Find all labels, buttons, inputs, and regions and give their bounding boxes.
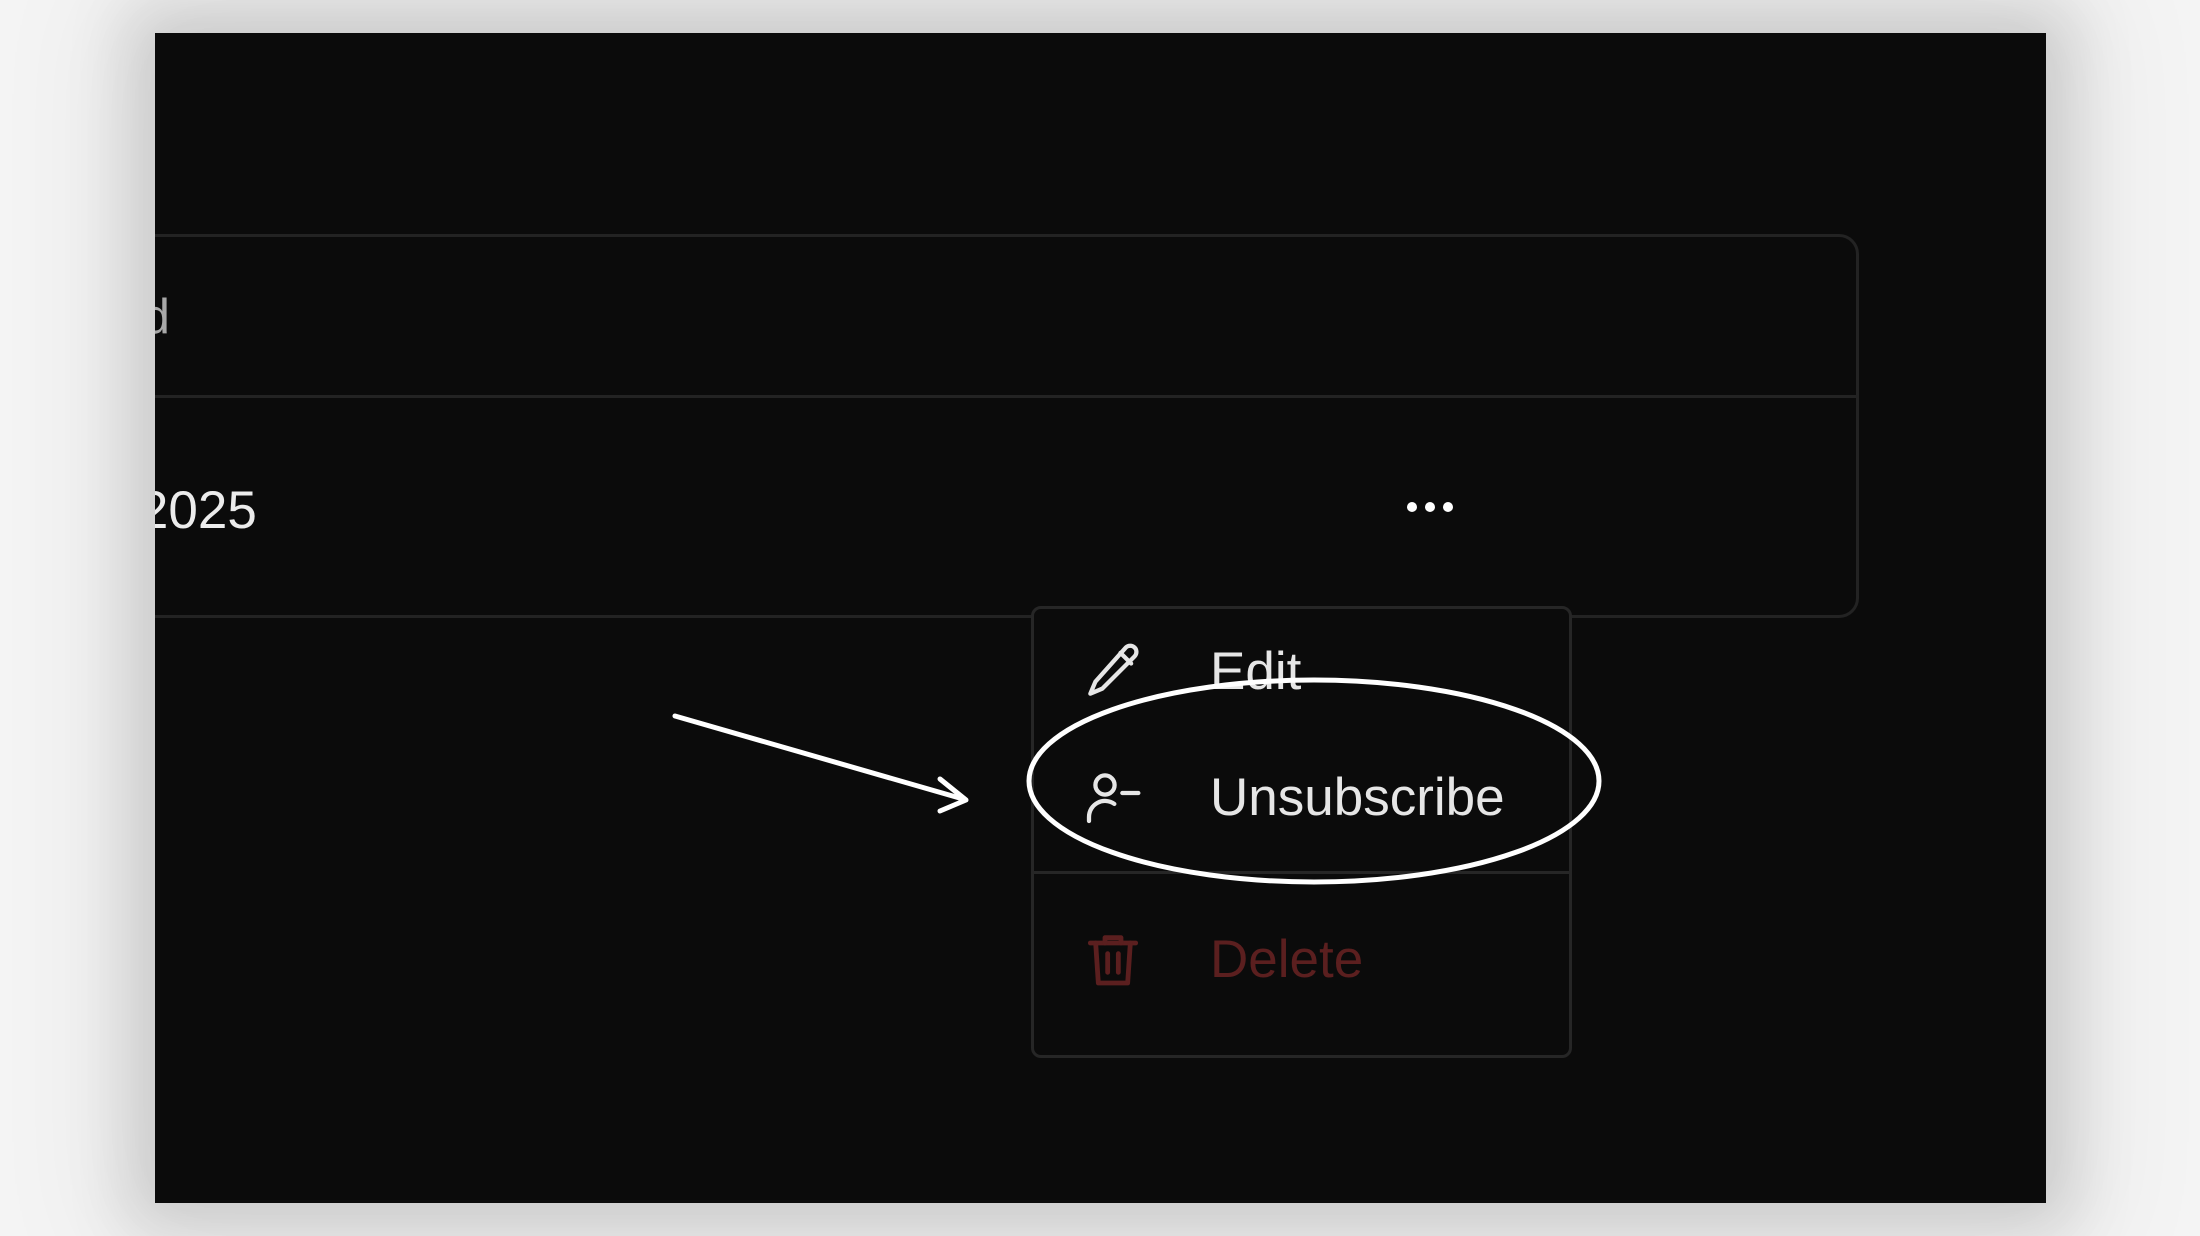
menu-item-delete[interactable]: Delete <box>1034 899 1569 1019</box>
subscribers-table: ated 8, 2025 <box>155 234 1859 618</box>
annotation-arrow <box>672 713 969 814</box>
row-actions-menu: Edit Unsubscribe Delete <box>1031 606 1572 1058</box>
table-header-row: ated <box>155 237 1856 398</box>
row-date-cell: 8, 2025 <box>155 481 257 540</box>
row-actions-button[interactable] <box>1399 483 1461 531</box>
menu-item-edit[interactable]: Edit <box>1034 611 1569 731</box>
menu-item-delete-label: Delete <box>1210 929 1364 989</box>
trash-icon <box>1080 926 1146 992</box>
column-header-created: ated <box>155 290 171 344</box>
menu-item-unsubscribe[interactable]: Unsubscribe <box>1034 737 1569 857</box>
app-screenshot: ated 8, 2025 Edit <box>155 33 2046 1203</box>
pencil-icon <box>1080 638 1146 704</box>
user-minus-icon <box>1080 764 1146 830</box>
menu-item-edit-label: Edit <box>1210 641 1302 701</box>
menu-item-unsubscribe-label: Unsubscribe <box>1210 767 1505 827</box>
ellipsis-horizontal-icon <box>1407 502 1453 512</box>
menu-divider <box>1034 871 1569 874</box>
